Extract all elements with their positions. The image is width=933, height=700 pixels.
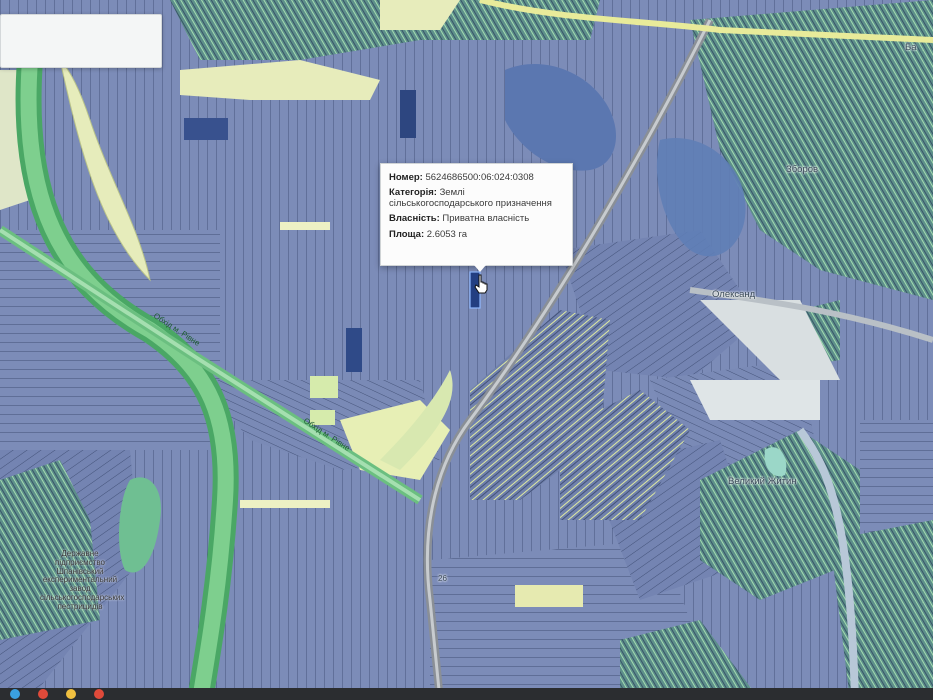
- parcel-info-popup: Номер: 5624686500:06:024:0308 Категорія:…: [380, 163, 573, 266]
- taskbar-app-icon[interactable]: [66, 689, 76, 699]
- enterprise-area-label: Державне підприємство Шпанівський експер…: [40, 549, 125, 611]
- place-label-oleksandriya: Олександ: [712, 289, 756, 300]
- parcel-number-value: 5624686500:06:024:0308: [425, 172, 534, 183]
- parcel-ownership-label: Власність:: [389, 213, 440, 225]
- taskbar-app-icon[interactable]: [94, 689, 104, 699]
- place-label-top-right: Ба: [905, 42, 917, 53]
- popup-pointer: [474, 265, 486, 272]
- place-label-zhytyn: Великий Житин: [728, 476, 797, 487]
- parcel-category-label: Категорія:: [389, 187, 437, 199]
- hand-cursor-icon: [474, 274, 488, 294]
- place-label-zborov: Зборов: [786, 164, 819, 175]
- cadastral-map[interactable]: [0, 0, 933, 700]
- parcel-area-label: Площа:: [389, 228, 425, 240]
- parcel-number-row: Номер: 5624686500:06:024:0308: [389, 172, 566, 183]
- parcel-area-row: Площа: 2.6053 га: [389, 228, 566, 240]
- taskbar-app-icon[interactable]: [10, 689, 20, 699]
- parcel-number-label: Номер:: [389, 172, 423, 183]
- parcel-area-value: 2.6053 га: [426, 228, 468, 240]
- taskbar-app-icon[interactable]: [38, 689, 48, 699]
- search-box[interactable]: [0, 14, 162, 68]
- os-taskbar: [0, 688, 933, 700]
- parcel-ownership-row: Власність: Приватна власність: [389, 214, 566, 224]
- parcel-ownership-value: Приватна власність: [442, 213, 530, 225]
- parcel-category-row: Категорія: Землі сільськогосподарського …: [389, 188, 566, 209]
- km-marker-label: 26: [438, 574, 447, 583]
